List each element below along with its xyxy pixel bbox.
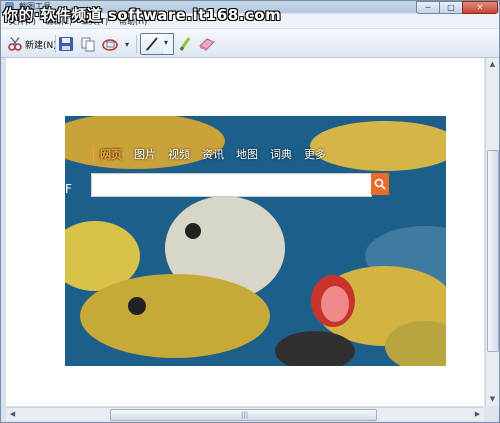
scroll-right-arrow[interactable]: ▶ [473,410,482,419]
captured-screenshot: 网页 图片 视频 资讯 地图 词典 更多 F [65,116,446,366]
send-icon [102,36,120,52]
vertical-scroll-thumb[interactable] [487,150,499,352]
grip-icon: ||| [241,411,249,419]
resize-corner [485,407,498,420]
nav-item-news: 资讯 [202,148,224,161]
scissors-icon [7,36,23,52]
scroll-down-arrow[interactable]: ▼ [488,395,497,404]
toolbar: 新建(N) ▾ ▾ [1,29,499,58]
nav-item-dictionary: 词典 [270,148,292,161]
minimize-button[interactable]: ─ [416,1,440,14]
pen-button[interactable] [140,33,164,55]
logo-fragment: F [65,182,72,196]
eraser-button[interactable] [198,35,216,53]
scroll-left-arrow[interactable]: ◀ [8,410,17,419]
nav-item-web: 网页 [93,146,128,162]
vertical-scrollbar[interactable]: ▲ ▼ [485,58,499,406]
new-snip-label: 新建(N) [25,40,57,51]
pen-dropdown[interactable]: ▾ [163,33,174,55]
nav-item-video: 视频 [168,148,190,161]
search-icon [374,175,386,194]
toolbar-divider [136,35,137,53]
save-button[interactable] [58,35,74,53]
horizontal-scrollbar[interactable]: ◀ ||| ▶ [6,407,484,421]
save-icon [58,36,74,52]
highlighter-button[interactable] [178,35,192,53]
search-box [91,173,372,197]
new-snip-button[interactable]: 新建(N) [7,35,57,53]
send-snip-button[interactable] [102,35,120,53]
send-dropdown-arrow[interactable]: ▾ [125,35,129,53]
eraser-icon [198,36,216,52]
close-button[interactable]: ✕ [462,1,498,14]
highlighter-icon [178,36,192,52]
horizontal-scroll-thumb[interactable]: ||| [110,409,377,421]
nav-item-images: 图片 [134,148,156,161]
snipping-tool-window: 截图工具 ─ □ ✕ 文件(F) 编辑(E) 工具(T) 帮助(H) 新建(N) [0,0,500,423]
maximize-button[interactable]: □ [439,1,463,14]
scroll-up-arrow[interactable]: ▲ [488,60,497,69]
search-nav: 网页 图片 视频 资讯 地图 词典 更多 [93,146,332,162]
chevron-down-icon: ▾ [164,38,169,47]
pen-icon [144,36,160,56]
chevron-down-icon: ▾ [125,39,130,49]
search-button [371,173,389,195]
nav-item-more: 更多 [304,148,326,161]
site-watermark: 你的·软件频道 software.it168.com [3,6,282,24]
toolbar-divider [55,35,56,53]
nav-item-maps: 地图 [236,148,258,161]
copy-button[interactable] [80,35,96,53]
copy-icon [80,36,96,52]
